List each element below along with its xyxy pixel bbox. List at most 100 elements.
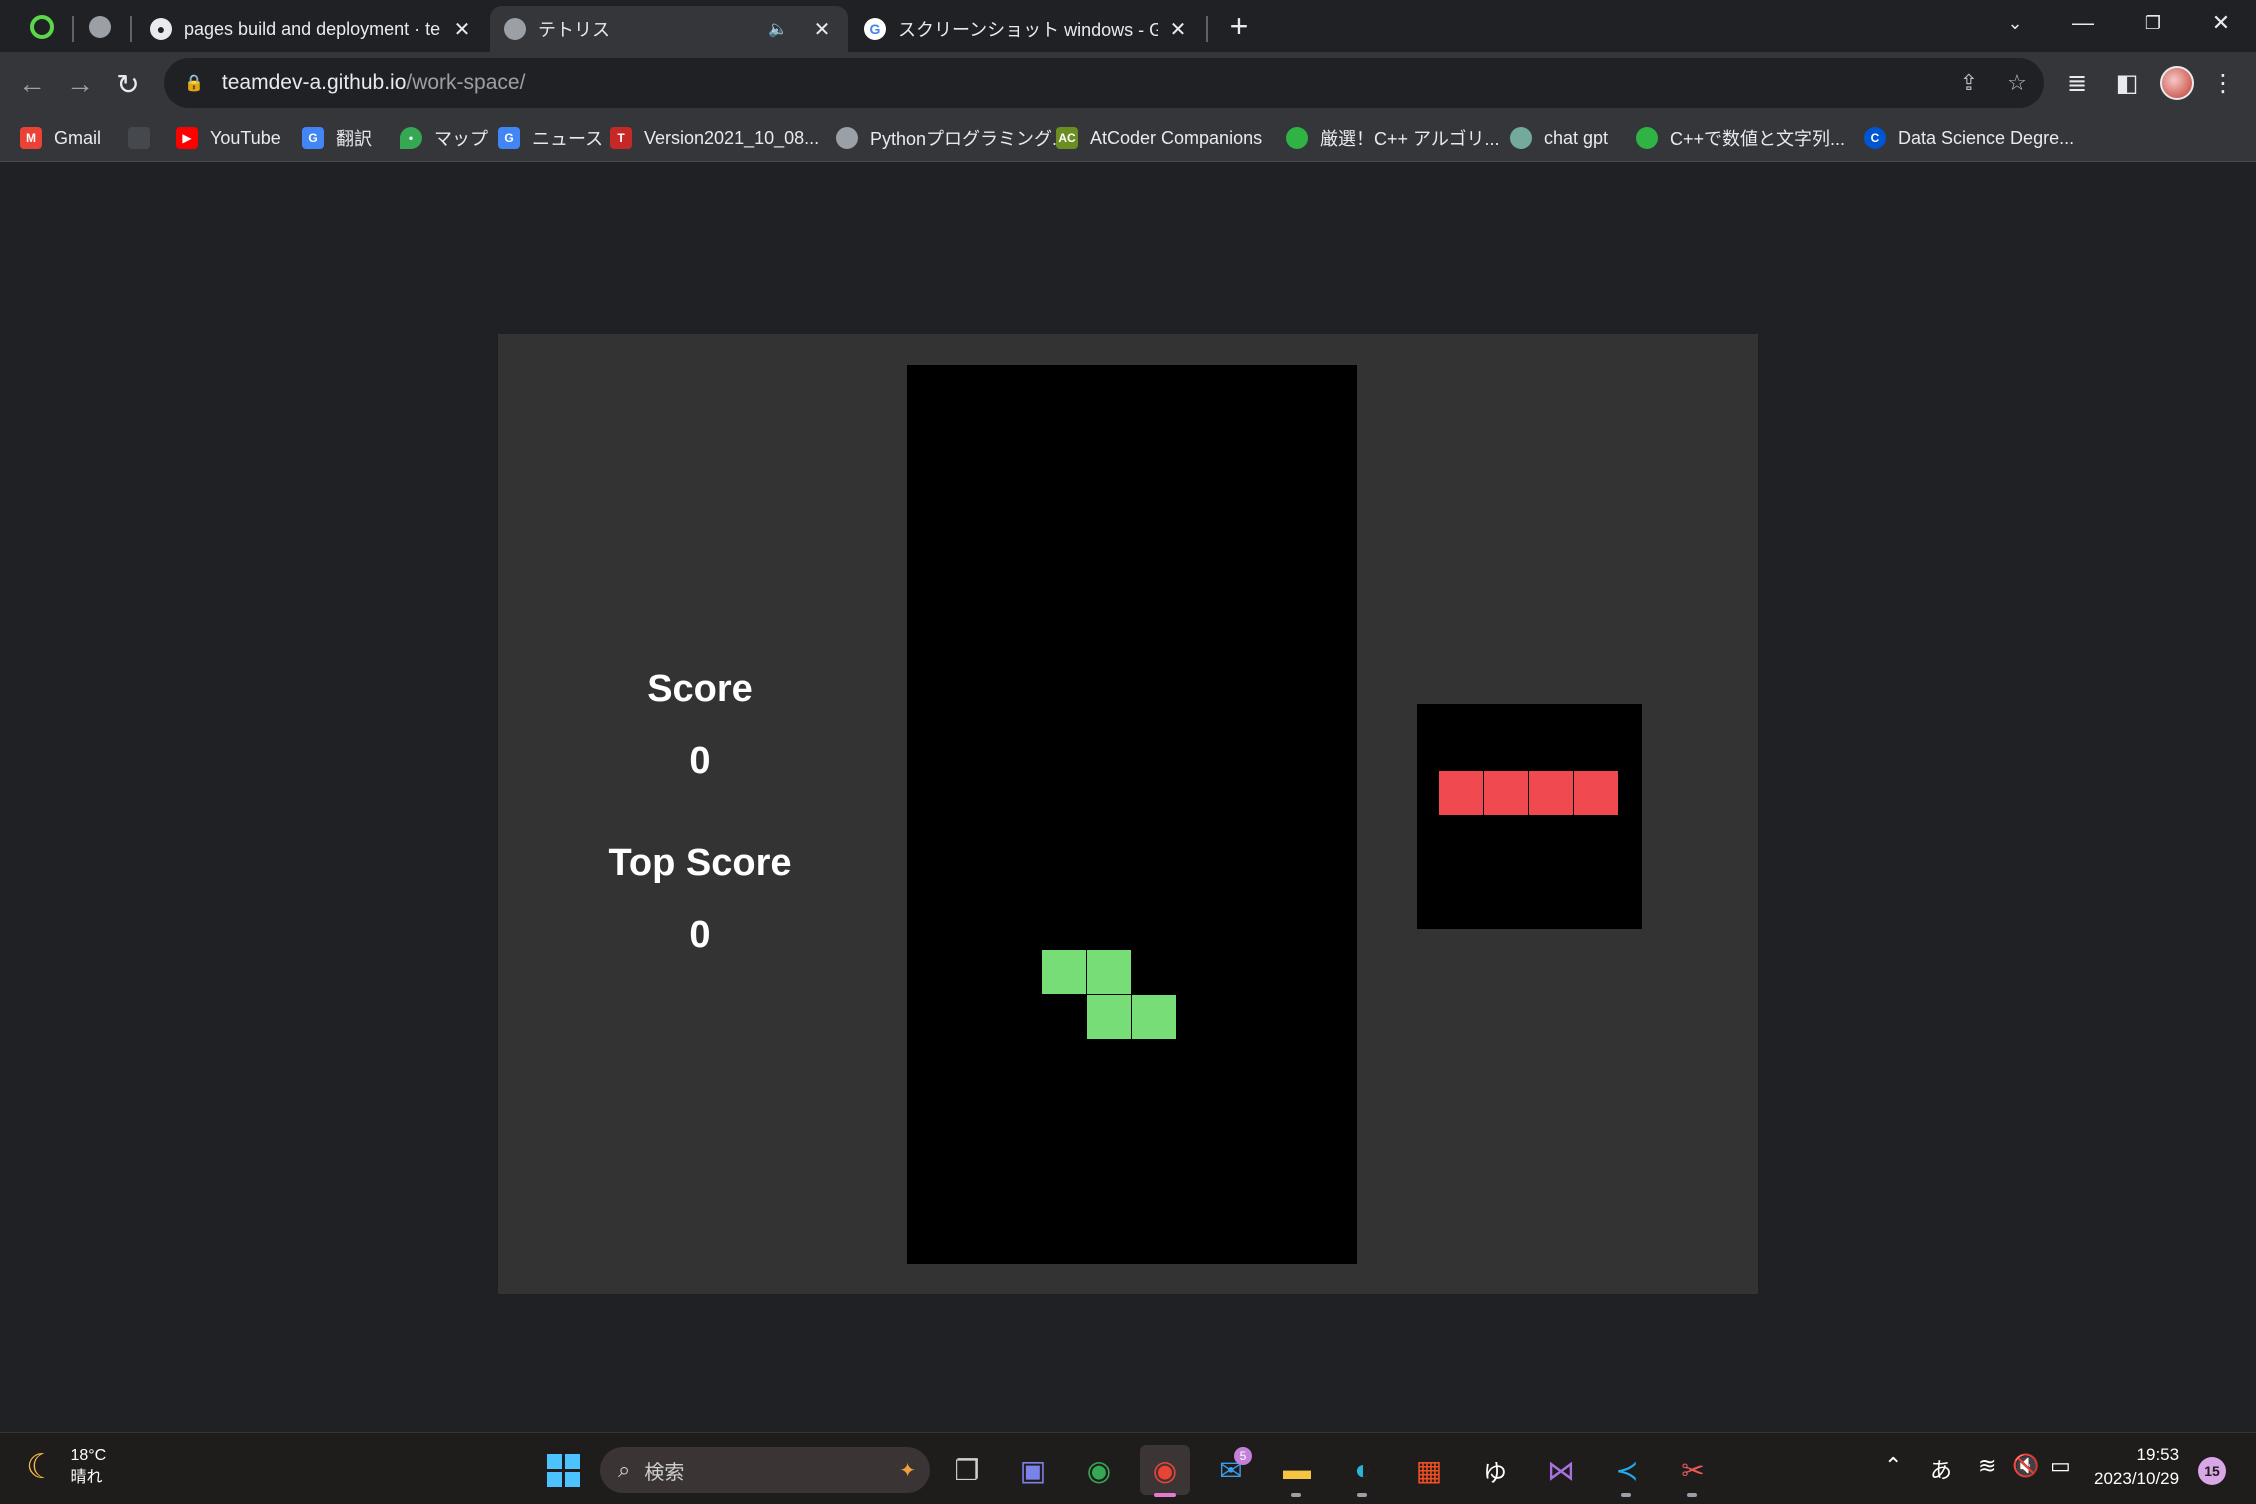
forward-button[interactable]: →: [60, 64, 100, 104]
active-piece-block: [1042, 950, 1086, 994]
tab-search-icon[interactable]: ⌄: [1980, 4, 2050, 42]
pinned-tab-2[interactable]: [78, 8, 122, 46]
tab-tetris[interactable]: テトリス 🔈 ✕: [490, 6, 848, 52]
bookmark-label: Gmail: [54, 127, 102, 148]
snipping-tool-button[interactable]: ✂: [1668, 1445, 1718, 1497]
restore-button[interactable]: ❐: [2118, 4, 2188, 42]
web-page: Score 0 Top Score 0: [0, 162, 2256, 1432]
volume-muted-icon[interactable]: 🔇: [2012, 1453, 2039, 1479]
active-piece-block: [1087, 950, 1131, 994]
weather-condition: 晴れ: [70, 1469, 103, 1486]
time: 19:53: [2136, 1445, 2180, 1464]
visual-studio-button[interactable]: ⋈: [1536, 1445, 1586, 1495]
taskbar-search[interactable]: ⌕ 検索 ✦: [600, 1447, 930, 1493]
bookmark-gmail[interactable]: M Gmail: [20, 122, 101, 154]
close-tab-icon[interactable]: ✕: [1166, 17, 1190, 41]
tab-title: スクリーンショット windows - Googl: [898, 20, 1158, 40]
green-icon: [1636, 127, 1658, 149]
minimize-button[interactable]: —: [2048, 4, 2118, 42]
score-value: 0: [689, 740, 711, 782]
bookmarks-bar: M Gmail ▶ YouTube G 翻訳 • マップ G ニュース T Ve…: [0, 114, 2256, 162]
temperature: 18°C: [70, 1447, 107, 1464]
bookmark-label: Data Science Degre...: [1898, 127, 2075, 148]
weather-widget[interactable]: ☾ 18°C 晴れ: [26, 1445, 106, 1489]
bookmark-version[interactable]: T Version2021_10_08...: [610, 122, 819, 154]
url-host: teamdev-a.github.io: [221, 71, 407, 94]
bookmark-cpp-string[interactable]: C++で数値と文字列...: [1636, 122, 1845, 154]
chrome-icon: ◉: [1152, 1454, 1178, 1486]
bookmark-label: マップ: [434, 129, 488, 149]
file-explorer-button[interactable]: ▬: [1272, 1445, 1322, 1497]
search-placeholder: 検索: [644, 1461, 685, 1484]
task-view-button[interactable]: ❐: [942, 1445, 992, 1495]
yu-app-button[interactable]: ゆ: [1470, 1445, 1520, 1495]
chrome-icon: ◉: [1086, 1454, 1112, 1486]
reading-list-icon[interactable]: ≣: [2060, 66, 2094, 100]
bookmark-news[interactable]: G ニュース: [498, 122, 603, 154]
bookmark-label: chat gpt: [1544, 127, 1609, 148]
bookmark-chatgpt[interactable]: chat gpt: [1510, 122, 1608, 154]
gmail-icon: M: [20, 127, 42, 149]
visual-studio-icon: ⋈: [1547, 1454, 1575, 1486]
bookmark-youtube[interactable]: ▶ YouTube: [176, 122, 281, 154]
bookmark-atcoder[interactable]: AC AtCoder Companions: [1056, 122, 1262, 154]
mail-button[interactable]: ✉ 5: [1206, 1445, 1256, 1495]
github-icon: ●: [150, 18, 172, 40]
globe-icon: [504, 18, 526, 40]
tab-google[interactable]: G スクリーンショット windows - Googl ✕: [850, 6, 1204, 52]
close-tab-icon[interactable]: ✕: [810, 17, 834, 41]
start-button[interactable]: [538, 1445, 588, 1495]
lock-icon[interactable]: 🔒: [184, 73, 204, 93]
notification-badge[interactable]: 15: [2198, 1457, 2226, 1485]
chrome-profile-button[interactable]: ◉: [1074, 1445, 1124, 1495]
bookmark-maps[interactable]: • マップ: [400, 122, 488, 154]
mail-badge: 5: [1234, 1447, 1252, 1465]
snipping-icon: ✂: [1681, 1454, 1705, 1486]
menu-icon[interactable]: ⋮: [2206, 66, 2240, 100]
yu-icon: ゆ: [1483, 1459, 1507, 1487]
close-tab-icon[interactable]: ✕: [450, 17, 474, 41]
link-icon: [128, 127, 150, 149]
pinned-tab-1[interactable]: [20, 8, 64, 46]
side-panel-icon[interactable]: ◧: [2110, 66, 2144, 100]
translate-icon: G: [302, 127, 324, 149]
vscode-button[interactable]: ≺: [1602, 1445, 1652, 1497]
edge-button[interactable]: ◐: [1338, 1445, 1388, 1497]
bookmark-label: AtCoder Companions: [1090, 127, 1263, 148]
bookmark-blank[interactable]: [128, 122, 162, 154]
battery-icon[interactable]: ▭: [2050, 1453, 2071, 1479]
bookmark-cpp-algo[interactable]: 厳選！C++ アルゴリ...: [1286, 122, 1500, 154]
back-button[interactable]: ←: [12, 64, 52, 104]
wifi-icon[interactable]: ≋: [1978, 1453, 1996, 1479]
address-bar[interactable]: 🔒 teamdev-a.github.io /work-space/ ⇪ ☆: [164, 58, 2044, 108]
bookmark-python[interactable]: Pythonプログラミング...: [836, 122, 1067, 154]
top-score-label: Top Score: [608, 842, 792, 884]
clock[interactable]: 19:53 2023/10/29: [2094, 1443, 2179, 1491]
bookmark-translate[interactable]: G 翻訳: [302, 122, 372, 154]
search-highlight-icon: ✦: [899, 1459, 916, 1482]
next-piece-block: [1439, 771, 1483, 815]
show-hidden-icons[interactable]: ⌃: [1884, 1453, 1902, 1479]
share-icon[interactable]: ⇪: [1954, 68, 1984, 98]
game-board[interactable]: [907, 365, 1357, 1264]
green-icon: [1286, 127, 1308, 149]
profile-avatar[interactable]: [2160, 66, 2194, 100]
date: 2023/10/29: [2094, 1469, 2180, 1488]
close-window-button[interactable]: ✕: [2186, 4, 2256, 42]
tab-title: テトリス: [538, 20, 610, 40]
score-label: Score: [647, 668, 753, 710]
bookmark-data-science[interactable]: C Data Science Degre...: [1864, 122, 2074, 154]
bookmark-star-icon[interactable]: ☆: [2002, 68, 2032, 98]
teams-button[interactable]: ▣: [1008, 1445, 1058, 1495]
ime-indicator[interactable]: あ: [1930, 1453, 1952, 1485]
store-button[interactable]: ▦: [1404, 1445, 1454, 1495]
tab-github[interactable]: ● pages build and deployment · te ✕: [136, 6, 488, 52]
speaker-icon[interactable]: 🔈: [768, 19, 788, 39]
windows-icon: [546, 1453, 580, 1487]
chrome-button[interactable]: ◉: [1140, 1445, 1190, 1497]
next-piece-block: [1574, 771, 1618, 815]
edge-icon: ◐: [1354, 1454, 1372, 1485]
bookmark-label: Pythonプログラミング...: [870, 129, 1068, 149]
reload-button[interactable]: ↻: [108, 64, 148, 104]
new-tab-button[interactable]: +: [1222, 10, 1256, 44]
